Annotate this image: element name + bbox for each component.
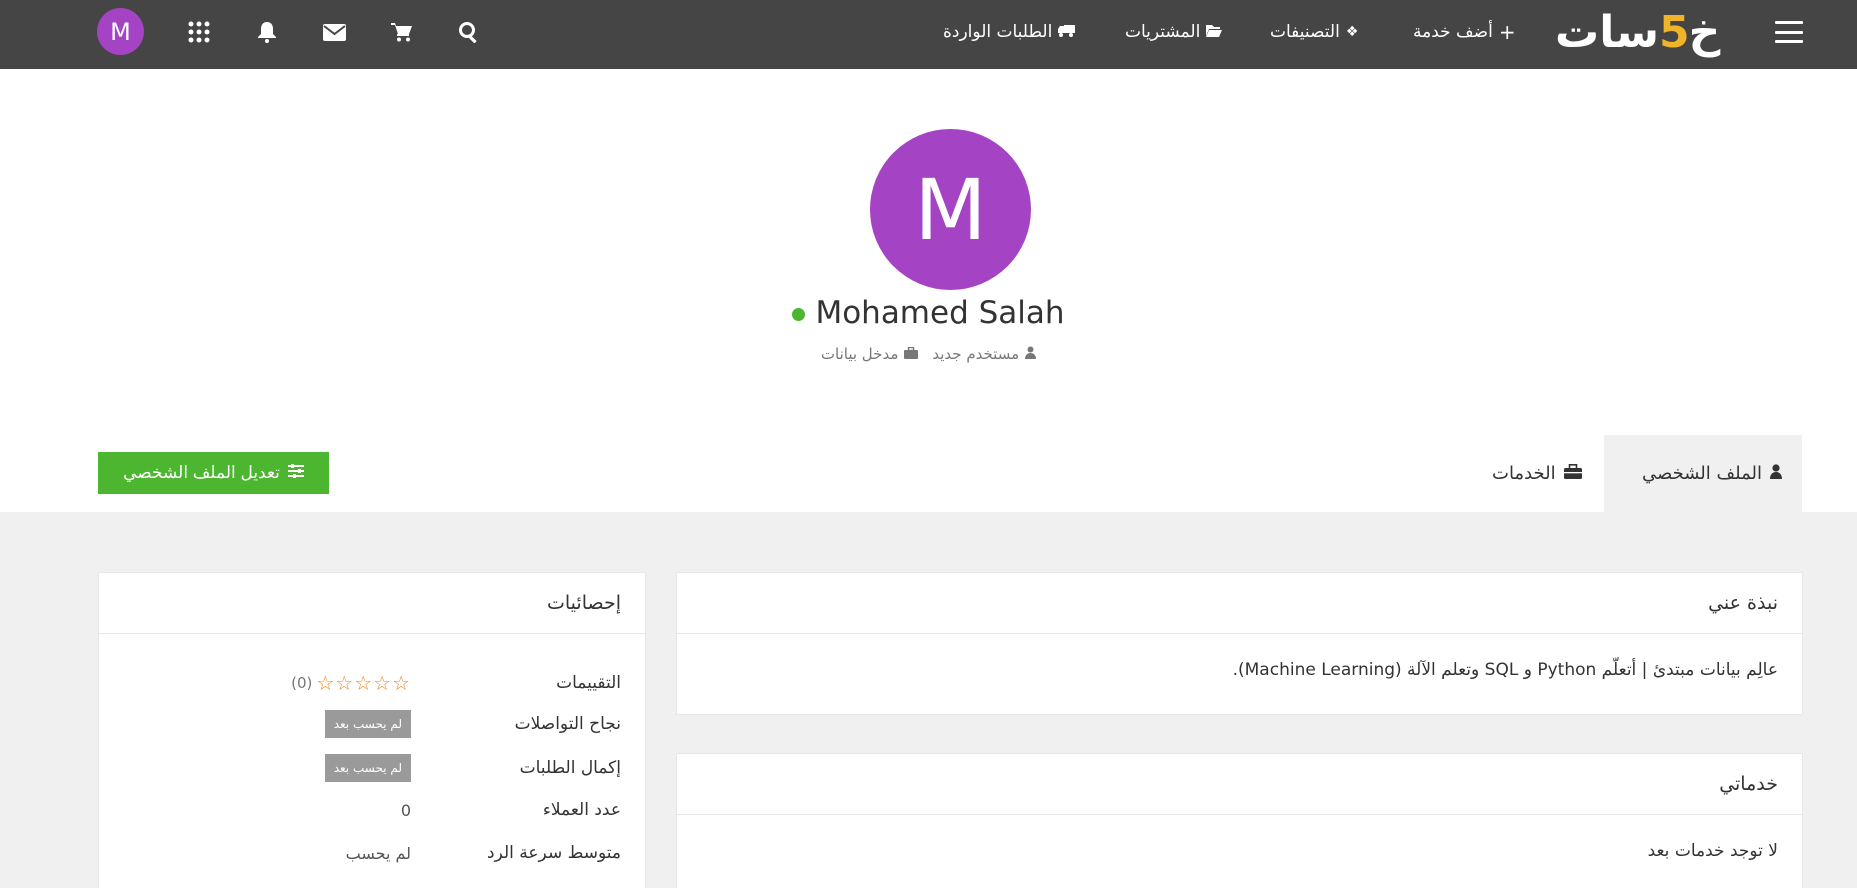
envelope-icon[interactable] (320, 18, 348, 46)
cubes-icon: ❖ (1345, 24, 1359, 40)
about-title: نبذة عني (677, 573, 1802, 634)
profile-meta: مستخدم جديد مدخل بيانات (0, 345, 1857, 363)
rating-stars: ☆☆☆☆☆ (316, 671, 411, 695)
nav-categories-label: التصنيفات (1270, 22, 1340, 42)
tab-profile[interactable]: الملف الشخصي (1604, 435, 1802, 512)
profile-role-label: مستخدم جديد (932, 345, 1020, 363)
stat-value: لم يحسب بعد (324, 710, 411, 738)
nav-incoming-orders-label: الطلبات الواردة (943, 22, 1053, 42)
truck-icon (1058, 24, 1076, 41)
nav-add-service-label: أضف خدمة (1413, 22, 1493, 42)
stat-row-communication-success: نجاح التواصلات لم يحسب بعد (123, 709, 621, 739)
about-card: نبذة عني عالِم بيانات مبتدئ | أتعلّم Pyt… (676, 572, 1803, 715)
my-services-empty: لا توجد خدمات بعد (1647, 841, 1778, 861)
nav-add-service[interactable]: + أضف خدمة (1413, 19, 1516, 45)
sliders-icon (287, 463, 304, 483)
my-services-title: خدماتي (677, 754, 1802, 815)
apps-grid-icon[interactable] (185, 18, 213, 46)
bell-icon[interactable] (253, 18, 281, 46)
statistics-card: إحصائيات التقييمات ☆☆☆☆☆ (0) نجاح التواص… (98, 572, 646, 888)
stat-label: نجاح التواصلات (514, 714, 621, 734)
rating-count: (0) (291, 674, 313, 692)
online-status-dot (792, 307, 806, 321)
profile-header: M Mohamed Salah مستخدم جديد مدخل بيانات … (0, 69, 1857, 512)
stat-row-response-speed: متوسط سرعة الرد لم يحسب (123, 838, 621, 868)
not-calculated-badge: لم يحسب بعد (324, 754, 411, 782)
not-calculated-badge: لم يحسب بعد (324, 710, 411, 738)
statistics-title: إحصائيات (99, 573, 645, 634)
logo[interactable]: خ 5 سات (1555, 4, 1722, 60)
stat-row-ratings: التقييمات ☆☆☆☆☆ (0) (123, 668, 621, 698)
stat-value: 0 (400, 800, 411, 820)
profile-role: مستخدم جديد (932, 345, 1037, 363)
profile-name-row: Mohamed Salah (0, 295, 1857, 331)
stat-label: التقييمات (556, 673, 621, 693)
profile-specialty-label: مدخل بيانات (820, 345, 899, 363)
cart-icon[interactable] (388, 18, 416, 46)
tab-services-label: الخدمات (1492, 463, 1556, 484)
user-icon (1025, 346, 1037, 362)
nav-purchases[interactable]: المشتريات (1125, 19, 1223, 45)
tab-profile-label: الملف الشخصي (1642, 463, 1762, 484)
stat-value: لم يحسب (345, 843, 411, 863)
nav-purchases-label: المشتريات (1125, 22, 1201, 42)
profile-specialty: مدخل بيانات (820, 345, 919, 363)
edit-profile-label: تعديل الملف الشخصي (123, 463, 280, 482)
stat-row-clients-count: عدد العملاء 0 (123, 795, 621, 825)
briefcase-icon (904, 346, 919, 362)
stat-label: عدد العملاء (542, 800, 621, 820)
profile-name: Mohamed Salah (815, 295, 1065, 331)
top-navbar: خ 5 سات + أضف خدمة ❖ التصنيفات المشتريات ا… (0, 0, 1857, 69)
stat-row-order-completion: إكمال الطلبات لم يحسب بعد (123, 753, 621, 783)
stat-value: ☆☆☆☆☆ (0) (291, 671, 411, 695)
tab-services[interactable]: الخدمات (1472, 435, 1602, 512)
profile-avatar: M (870, 129, 1031, 290)
logo-part-b: سات (1555, 6, 1660, 58)
nav-incoming-orders[interactable]: الطلبات الواردة (943, 19, 1076, 45)
logo-five: 5 (1659, 6, 1690, 58)
logo-part-a: خ (1688, 6, 1722, 58)
edit-profile-button[interactable]: تعديل الملف الشخصي (98, 452, 329, 494)
folder-open-icon (1206, 24, 1223, 41)
about-text: عالِم بيانات مبتدئ | أتعلّم Python و SQL… (1232, 660, 1778, 680)
search-icon[interactable] (455, 18, 483, 46)
stat-label: متوسط سرعة الرد (487, 843, 621, 863)
plus-icon: + (1498, 20, 1516, 44)
user-icon (1770, 463, 1782, 484)
stat-value: لم يحسب بعد (324, 754, 411, 782)
hamburger-menu-icon[interactable] (1775, 21, 1803, 43)
my-services-card: خدماتي لا توجد خدمات بعد (676, 753, 1803, 888)
stat-label: إكمال الطلبات (519, 758, 621, 778)
briefcase-icon (1563, 463, 1582, 484)
nav-categories[interactable]: ❖ التصنيفات (1270, 19, 1358, 45)
user-avatar-menu[interactable]: M (97, 8, 144, 55)
